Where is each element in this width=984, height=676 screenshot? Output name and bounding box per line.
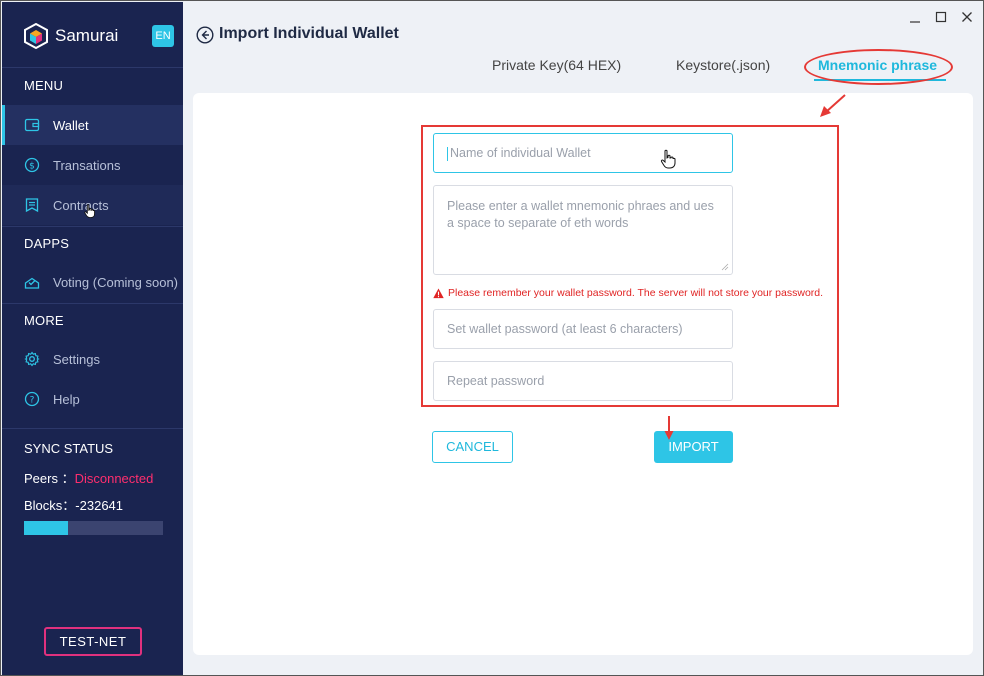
sidebar-divider (2, 303, 183, 304)
maximize-icon[interactable] (935, 11, 947, 23)
brand: Samurai (24, 22, 118, 50)
back-arrow-icon[interactable] (196, 26, 214, 44)
samurai-logo-icon (24, 23, 48, 49)
warning-text: Please remember your wallet password. Th… (448, 287, 824, 299)
cancel-button[interactable]: CANCEL (432, 431, 513, 463)
tab-keystore[interactable]: Keystore(.json) (676, 57, 770, 73)
more-section-title: MORE (24, 313, 64, 328)
sidebar-item-label: Contracts (53, 197, 109, 213)
dapps-section-title: DAPPS (24, 236, 70, 251)
annotation-arrow-icon (820, 94, 846, 117)
sync-progress-fill (24, 521, 69, 535)
blocks-status: Blocks：-232641 (24, 495, 123, 514)
page-title: Import Individual Wallet (219, 25, 399, 42)
warning-icon (433, 287, 444, 298)
password-warning: Please remember your wallet password. Th… (433, 287, 823, 299)
network-badge[interactable]: TEST-NET (44, 627, 142, 656)
annotation-arrow-icon (664, 416, 674, 440)
wallet-name-placeholder: Name of individual Wallet (450, 146, 591, 160)
close-icon[interactable] (961, 11, 973, 23)
svg-text:?: ? (30, 396, 35, 406)
text-caret (447, 146, 448, 161)
window-controls (909, 11, 973, 23)
blocks-label: Blocks： (24, 498, 76, 513)
hand-cursor-icon (84, 204, 95, 218)
sidebar-divider (2, 67, 183, 68)
sidebar-item-label: Wallet (53, 117, 89, 133)
help-icon: ? (24, 391, 40, 407)
sidebar-item-wallet[interactable]: Wallet (2, 105, 183, 145)
blocks-value: -232641 (75, 498, 124, 513)
contract-icon (25, 198, 39, 213)
app-name: Samurai (55, 26, 119, 45)
language-switch[interactable]: EN (152, 25, 174, 47)
tab-private-key[interactable]: Private Key(64 HEX) (492, 57, 621, 73)
sync-status-title: SYNC STATUS (24, 441, 114, 456)
password-input[interactable]: Set wallet password (at least 6 characte… (433, 309, 733, 349)
sidebar-item-transations[interactable]: $ Transations (2, 145, 183, 185)
voting-icon (24, 277, 40, 289)
peers-value: Disconnected (74, 471, 154, 486)
sidebar-divider (2, 226, 183, 227)
sidebar-item-label: Settings (53, 351, 100, 367)
wallet-name-input[interactable]: Name of individual Wallet (433, 133, 733, 173)
mnemonic-placeholder: Please enter a wallet mnemonic phraes an… (447, 199, 714, 230)
sidebar-item-label: Transations (53, 157, 121, 173)
dollar-icon: $ (24, 157, 40, 173)
sync-progress-bar (24, 521, 163, 535)
repeat-password-placeholder: Repeat password (447, 374, 545, 388)
minimize-icon[interactable] (909, 11, 921, 23)
hand-cursor-icon (660, 149, 676, 169)
sidebar-item-help[interactable]: ? Help (2, 379, 183, 419)
sidebar-item-label: Voting (Coming soon) (53, 274, 179, 290)
sidebar-item-voting[interactable]: Voting (Coming soon) (2, 262, 183, 302)
peers-label: Peers ： (24, 471, 75, 486)
sidebar-divider (2, 428, 183, 429)
sidebar-item-settings[interactable]: Settings (2, 339, 183, 379)
annotation-ellipse (804, 49, 953, 85)
gear-icon (24, 351, 40, 367)
peers-status: Peers ：Disconnected (24, 468, 153, 487)
sidebar-item-label: Help (53, 391, 80, 407)
sidebar: Samurai EN MENU Wallet $ Transations Con… (2, 2, 183, 675)
app-window: Samurai EN MENU Wallet $ Transations Con… (0, 0, 984, 676)
repeat-password-input[interactable]: Repeat password (433, 361, 733, 401)
resize-grip-icon[interactable] (721, 263, 729, 271)
password-placeholder: Set wallet password (at least 6 characte… (447, 322, 683, 336)
mnemonic-textarea[interactable]: Please enter a wallet mnemonic phraes an… (433, 185, 733, 275)
menu-section-title: MENU (24, 78, 64, 93)
svg-text:$: $ (29, 162, 35, 172)
wallet-icon (24, 118, 40, 132)
